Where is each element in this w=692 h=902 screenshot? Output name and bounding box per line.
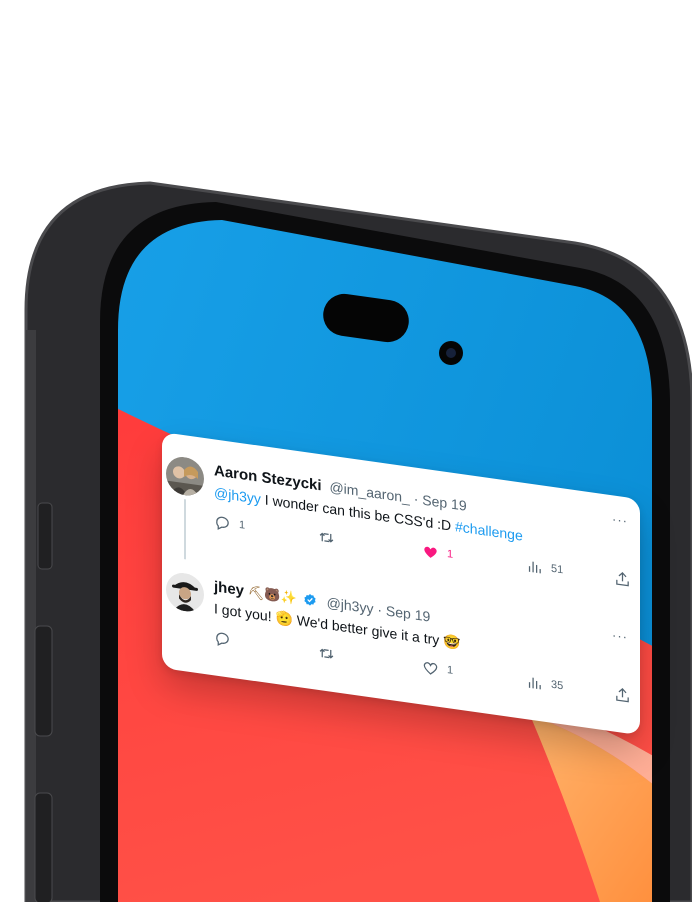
retweet-icon [319,532,334,543]
avatar[interactable] [166,570,204,614]
reply-button[interactable]: 1 [214,511,245,535]
reply-count: 1 [239,518,246,532]
reply-icon [216,516,229,530]
share-button[interactable] [614,684,631,706]
views-icon [528,561,541,573]
volume-down-button[interactable] [34,792,53,902]
author-handle[interactable]: @jh3yy [327,594,374,617]
view-count: 51 [551,562,564,577]
volume-up-button[interactable] [34,625,53,737]
tweet-date[interactable]: · Sep 19 [377,601,430,624]
stage: Aaron Stezycki @im_aaron_ · Sep 19 @jh3y… [0,0,692,902]
views-button[interactable]: 35 [526,671,563,696]
heart-icon [423,661,438,675]
view-count: 35 [551,678,564,693]
verified-badge-icon[interactable] [303,592,317,608]
author-name-emoji: ⛏🐻✨ [247,585,297,607]
like-count: 1 [447,664,454,677]
more-icon: ··· [612,627,628,645]
reply-button[interactable] [214,627,239,651]
more-button[interactable]: ··· [612,627,628,644]
mention-link[interactable]: @jh3yy [214,484,261,507]
views-button[interactable]: 51 [526,555,563,580]
heart-icon [424,546,437,558]
reply-icon [216,632,229,646]
like-button[interactable]: 1 [422,541,453,565]
tweet-date[interactable]: · Sep 19 [414,490,467,513]
share-icon [616,687,629,702]
author-name[interactable]: jhey [214,578,244,599]
retweet-button[interactable] [318,526,343,550]
action-button[interactable] [37,502,53,570]
share-button[interactable] [614,568,631,590]
more-button[interactable]: ··· [612,511,628,528]
avatar[interactable] [166,454,204,498]
retweet-button[interactable] [318,642,343,666]
like-button[interactable]: 1 [422,657,453,681]
views-icon [528,677,541,689]
share-icon [616,571,629,586]
like-count: 1 [447,548,454,561]
more-icon: ··· [612,511,628,529]
hashtag-link[interactable]: #challenge [455,518,523,544]
phone [24,181,692,902]
retweet-icon [319,648,334,659]
